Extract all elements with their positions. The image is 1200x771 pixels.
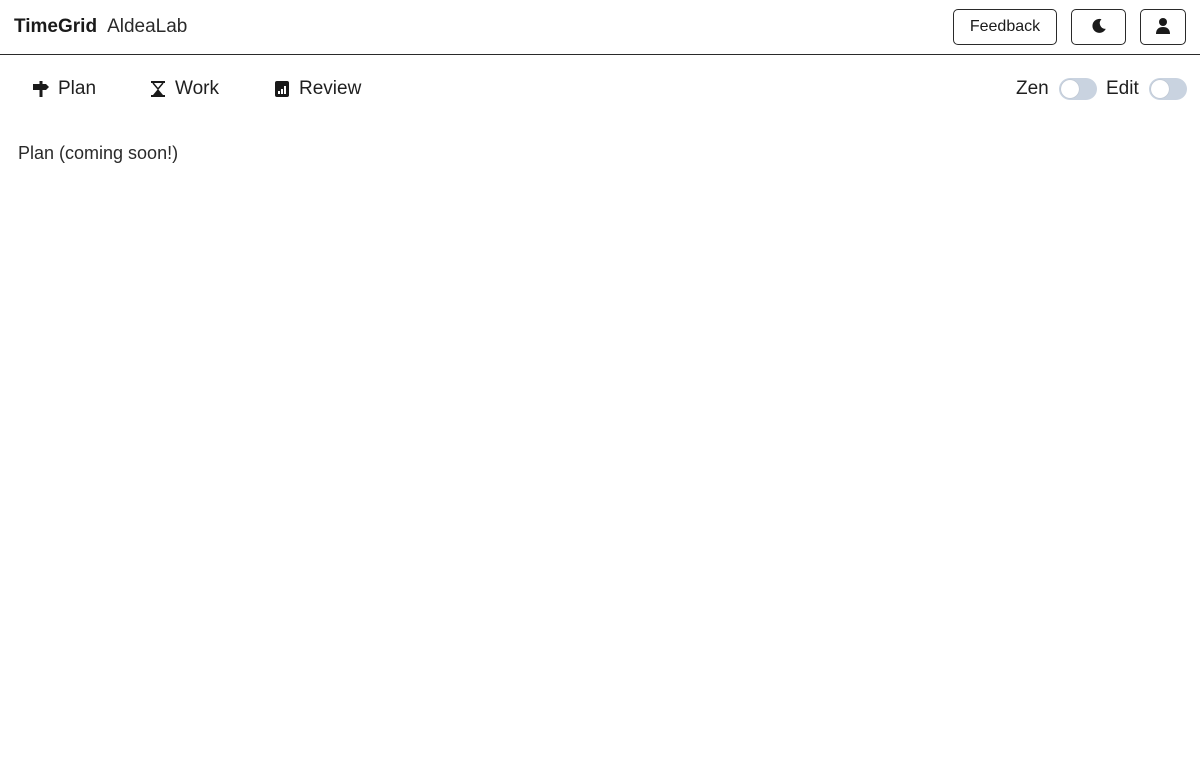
tab-label: Work	[175, 78, 219, 99]
zen-toggle-group: Zen	[1016, 76, 1097, 102]
bar-chart-icon	[273, 80, 291, 98]
person-icon	[1155, 17, 1171, 38]
feedback-button[interactable]: Feedback	[953, 9, 1057, 45]
theme-toggle-button[interactable]	[1071, 9, 1126, 45]
tab-plan[interactable]: Plan	[32, 70, 96, 108]
edit-toggle-group: Edit	[1106, 76, 1187, 102]
edit-label: Edit	[1106, 78, 1139, 99]
org-name: AldeaLab	[107, 16, 188, 37]
tab-label: Plan	[58, 78, 97, 99]
account-button[interactable]	[1140, 9, 1186, 45]
tab-review[interactable]: Review	[273, 70, 361, 108]
moon-icon	[1091, 18, 1107, 37]
edit-toggle[interactable]	[1148, 78, 1187, 100]
top-bar: TimeGrid AldeaLab Feedback	[0, 0, 1200, 55]
app-name: TimeGrid	[14, 16, 98, 37]
tab-label: Review	[299, 78, 362, 99]
brand: TimeGrid AldeaLab	[14, 16, 187, 38]
zen-label: Zen	[1016, 78, 1049, 99]
zen-toggle[interactable]	[1058, 78, 1097, 100]
toggle-knob	[1150, 80, 1169, 98]
hourglass-icon	[149, 80, 167, 98]
signpost-icon	[32, 80, 50, 98]
main-message: Plan (coming soon!)	[18, 143, 179, 163]
toggle-knob	[1060, 80, 1079, 98]
tab-work[interactable]: Work	[149, 70, 219, 108]
